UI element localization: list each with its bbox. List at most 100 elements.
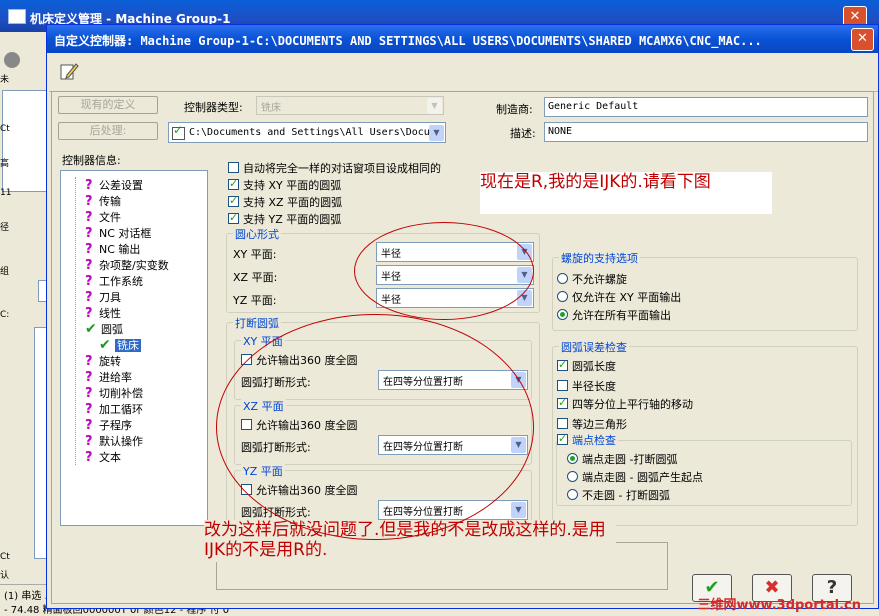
manufacturer-label: 制造商: <box>496 103 533 116</box>
bg-fragment: 组 <box>0 267 10 277</box>
question-icon: ? <box>85 386 93 401</box>
controller-type-value: 铣床 <box>261 103 281 114</box>
controller-info-label: 控制器信息: <box>62 154 121 167</box>
tree-item-label: 旋转 <box>99 355 121 368</box>
yz-plane-checkbox[interactable] <box>228 211 239 224</box>
endpoint-check-checkbox[interactable] <box>557 432 568 445</box>
tree-item[interactable]: ✔ 圆弧 <box>85 321 123 337</box>
controller-info-tree[interactable]: ? 公差设置? 传输? 文件? NC 对话框? NC 输出? 杂项整/实变数? 工作系统? 刀具… <box>60 170 208 526</box>
check-icon: ✔ <box>85 321 97 337</box>
bg-list <box>2 90 48 192</box>
dialog-title: 自定义控制器: Machine Group-1-C:\DOCUMENTS AND… <box>54 34 762 48</box>
endpoint-option-1-label: 端点走圆 -打断圆弧 <box>582 453 678 466</box>
bg-fragment: 高 <box>0 159 10 169</box>
tree-item[interactable]: ? 杂项整/实变数 <box>85 257 169 273</box>
xy-plane-checkbox[interactable] <box>228 177 239 190</box>
equilateral-checkbox[interactable] <box>557 418 568 429</box>
manufacturer-field[interactable]: Generic Default <box>544 97 868 117</box>
chevron-down-icon: ▼ <box>511 502 526 518</box>
helix-option-xy[interactable] <box>557 291 568 302</box>
helix-option-none[interactable] <box>557 273 568 284</box>
tree-item[interactable]: ? 刀具 <box>85 289 121 305</box>
chevron-down-icon: ▼ <box>427 98 442 114</box>
post-path-value: C:\Documents and Settings\All Users\Docu <box>189 127 430 138</box>
tree-item[interactable]: ? 子程序 <box>85 417 132 433</box>
tree-item-label: 进给率 <box>99 371 132 384</box>
center-form-title: 圆心形式 <box>233 226 281 242</box>
yz-plane-label: 支持 YZ 平面的圆弧 <box>243 213 342 226</box>
tree-item[interactable]: ? 线性 <box>85 305 121 321</box>
tree-item[interactable]: ? 公差设置 <box>85 177 143 193</box>
endpoint-option-2-label: 端点走圆 - 圆弧产生起点 <box>582 471 703 484</box>
tree-item[interactable]: ? NC 对话框 <box>85 225 151 241</box>
helix-option-all-label: 允许在所有平面输出 <box>572 309 671 322</box>
manufacturer-value: Generic Default <box>548 101 639 112</box>
tree-item[interactable]: ? NC 输出 <box>85 241 140 257</box>
bg-fragment: Ct <box>0 124 10 134</box>
chevron-down-icon: ▼ <box>429 125 444 141</box>
auto-same-label: 自动将完全一样的对话窗项目设成相同的 <box>243 162 441 175</box>
center-xy-label: XY 平面: <box>233 248 277 261</box>
equilateral-label: 等边三角形 <box>572 418 627 431</box>
question-icon: ? <box>85 194 93 209</box>
xz-plane-label: 支持 XZ 平面的圆弧 <box>243 196 343 209</box>
auto-same-checkbox[interactable] <box>228 162 239 173</box>
tree-item-label: 传输 <box>99 195 121 208</box>
status-line-1: (1) 串选 . <box>4 591 48 602</box>
tree-item-label: NC 输出 <box>99 243 141 256</box>
question-icon: ? <box>85 418 93 433</box>
arc-length-checkbox[interactable] <box>557 358 568 371</box>
tree-item-label: NC 对话框 <box>99 227 152 240</box>
endpoint-option-1[interactable] <box>567 453 578 464</box>
dialog-close-button[interactable]: ✕ <box>851 28 874 51</box>
question-icon: ? <box>85 226 93 241</box>
existing-definitions-button[interactable]: 现有的定义 <box>58 96 158 114</box>
tree-item[interactable]: ? 默认操作 <box>85 433 143 449</box>
question-icon: ? <box>85 290 93 305</box>
bg-fragment: 11 <box>0 188 12 198</box>
tree-item[interactable]: ? 切削补偿 <box>85 385 143 401</box>
edit-pencil-icon[interactable] <box>59 61 79 81</box>
question-icon: ? <box>85 274 93 289</box>
tree-item-label: 默认操作 <box>99 435 143 448</box>
xz-plane-checkbox[interactable] <box>228 194 239 207</box>
endpoint-check-label: 端点检查 <box>570 432 618 448</box>
tree-item[interactable]: ? 工作系统 <box>85 273 143 289</box>
tree-item-label: 工作系统 <box>99 275 143 288</box>
tree-item[interactable]: ✔ 铣床 <box>99 337 141 353</box>
endpoint-option-2[interactable] <box>567 471 578 482</box>
helix-option-none-label: 不允许螺旋 <box>572 273 627 286</box>
tree-item[interactable]: ? 传输 <box>85 193 121 209</box>
endpoint-option-3[interactable] <box>567 489 578 500</box>
tree-item-label: 文件 <box>99 211 121 224</box>
helix-title: 螺旋的支持选项 <box>559 250 640 266</box>
tree-item[interactable]: ? 进给率 <box>85 369 132 385</box>
tree-item-label: 线性 <box>99 307 121 320</box>
quadrant-parallel-label: 四等分位上平行轴的移动 <box>572 398 693 411</box>
radius-length-checkbox[interactable] <box>557 380 568 391</box>
tree-item-label: 杂项整/实变数 <box>99 259 169 272</box>
break-arc-title: 打断圆弧 <box>233 315 281 331</box>
tree-item-label: 子程序 <box>99 419 132 432</box>
arc-error-title: 圆弧误差检查 <box>559 339 629 355</box>
question-icon: ? <box>85 434 93 449</box>
question-icon: ? <box>85 306 93 321</box>
bg-fragment: Ct <box>0 552 10 562</box>
tree-item[interactable]: ? 文本 <box>85 449 121 465</box>
tree-item[interactable]: ? 文件 <box>85 209 121 225</box>
postprocessor-button[interactable]: 后处理: <box>58 122 158 140</box>
bg-fragment: 认 <box>0 571 10 581</box>
question-icon: ? <box>85 258 93 273</box>
question-icon: ? <box>85 178 93 193</box>
tree-item[interactable]: ? 旋转 <box>85 353 121 369</box>
post-path-select[interactable]: ✓ C:\Documents and Settings\All Users\Do… <box>168 122 446 143</box>
disc-icon <box>4 52 20 68</box>
controller-type-select[interactable]: 铣床 ▼ <box>256 96 444 115</box>
quadrant-parallel-checkbox[interactable] <box>557 396 568 409</box>
question-icon: ? <box>85 450 93 465</box>
check-icon: ✓ <box>173 123 184 137</box>
helix-option-all[interactable] <box>557 309 568 320</box>
center-xz-label: XZ 平面: <box>233 271 278 284</box>
description-field[interactable]: NONE <box>544 122 868 142</box>
tree-item[interactable]: ? 加工循环 <box>85 401 143 417</box>
